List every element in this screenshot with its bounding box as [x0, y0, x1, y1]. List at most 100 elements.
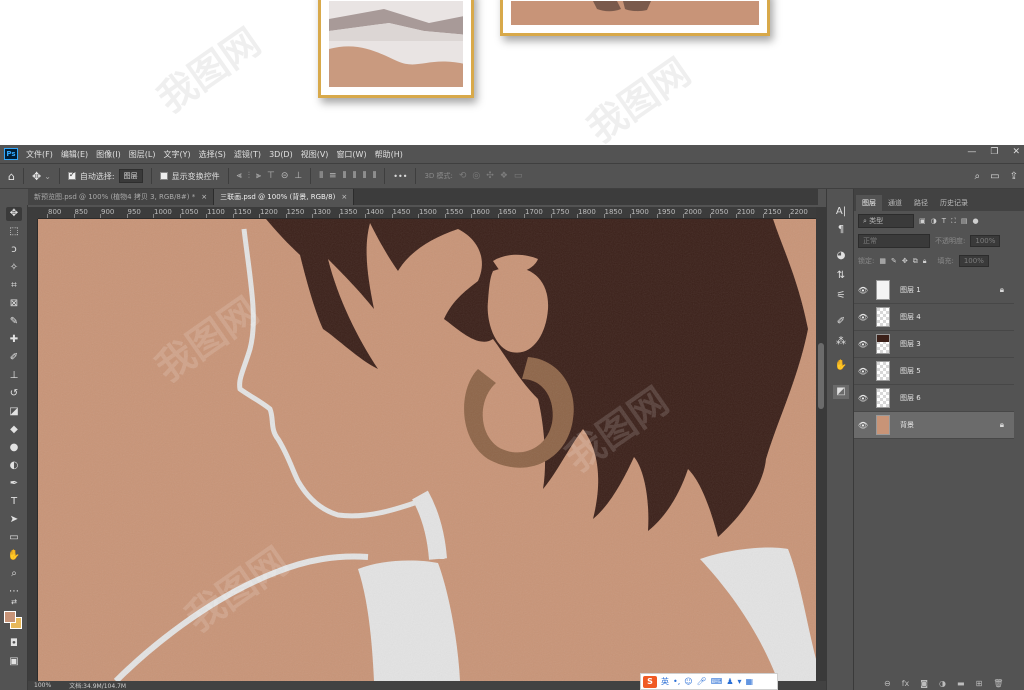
visibility-eye-icon[interactable]: 👁︎	[854, 286, 872, 295]
visibility-eye-icon[interactable]: 👁︎	[854, 421, 872, 430]
filter-toggle-icon[interactable]: ●	[973, 217, 979, 225]
crop-tool-icon[interactable]: ⌗	[6, 279, 22, 293]
history-brush-tool-icon[interactable]: ↺	[6, 387, 22, 401]
chevron-down-icon[interactable]: ⌄	[44, 172, 51, 181]
home-icon[interactable]: ⌂	[8, 170, 15, 183]
menu-image[interactable]: 图像(I)	[96, 149, 121, 160]
zoom-level[interactable]: 100%	[34, 682, 51, 689]
slide-3d-icon[interactable]: ❖	[500, 171, 508, 181]
fill-field[interactable]: 100%	[958, 255, 989, 267]
path-selection-tool-icon[interactable]: ➤	[6, 513, 22, 527]
marquee-tool-icon[interactable]: ⬚	[6, 225, 22, 239]
skin-icon[interactable]: ♟	[726, 677, 733, 686]
tab-paths[interactable]: 路径	[908, 195, 934, 211]
stamp-tool-icon[interactable]: ⊥	[6, 369, 22, 383]
quick-mask-icon[interactable]: ◘	[6, 637, 22, 651]
close-icon[interactable]: ×	[201, 193, 207, 201]
distribute-left-icon[interactable]: ⦀	[352, 171, 356, 181]
menu-layer[interactable]: 图层(L)	[129, 149, 156, 160]
menu-view[interactable]: 视图(V)	[301, 149, 329, 160]
layer-row[interactable]: 👁︎ 图层 6	[854, 385, 1014, 412]
filter-shape-icon[interactable]: ⛶	[951, 217, 956, 226]
close-icon[interactable]: ×	[341, 193, 347, 201]
menu-filter[interactable]: 滤镜(T)	[234, 149, 261, 160]
tab-layers[interactable]: 图层	[856, 195, 882, 211]
clone-source-icon[interactable]: ◩	[833, 385, 849, 399]
healing-brush-tool-icon[interactable]: ✚	[6, 333, 22, 347]
visibility-eye-icon[interactable]: 👁︎	[854, 367, 872, 376]
tab-triptych-doc[interactable]: 三联画.psd @ 100% (背景, RGB/8) ×	[214, 189, 355, 205]
eraser-tool-icon[interactable]: ◪	[6, 405, 22, 419]
layer-row[interactable]: 👁︎ 图层 5	[854, 358, 1014, 385]
magic-wand-tool-icon[interactable]: ✧	[6, 261, 22, 275]
emoji-icon[interactable]: ☺	[684, 677, 692, 686]
distribute-bottom-icon[interactable]: ⫴	[343, 171, 347, 181]
move-tool-icon[interactable]: ✥	[32, 170, 41, 183]
screen-mode-icon[interactable]: ▣	[6, 655, 22, 669]
scrollbar-thumb[interactable]	[818, 343, 824, 409]
character-panel-icon[interactable]: A|	[833, 205, 849, 219]
move-tool-icon[interactable]: ✥	[6, 207, 22, 221]
tab-preview-doc[interactable]: 新预览图.psd @ 100% (植物4 拷贝 3, RGB/8#) * ×	[28, 189, 215, 205]
paint-bucket-tool-icon[interactable]: ◆	[6, 423, 22, 437]
zoom-tool-icon[interactable]: ⌕	[6, 567, 22, 581]
menu-type[interactable]: 文字(Y)	[163, 149, 190, 160]
foreground-color-swatch[interactable]	[4, 611, 16, 623]
filter-smart-icon[interactable]: ▤	[961, 217, 968, 225]
opacity-field[interactable]: 100%	[970, 235, 1001, 247]
align-vcenter-icon[interactable]: ⊝	[281, 171, 289, 181]
auto-select-dropdown[interactable]: 图层	[118, 169, 143, 183]
lock-all-icon[interactable]: 🔒︎	[923, 257, 927, 266]
link-layers-icon[interactable]: ⊖	[884, 679, 891, 688]
minimize-button[interactable]: —	[967, 147, 976, 157]
distribute-hcenter-icon[interactable]: ⦀	[362, 171, 366, 181]
frame-tool-icon[interactable]: ⊠	[6, 297, 22, 311]
pan-3d-icon[interactable]: ✣	[486, 171, 494, 181]
menu-select[interactable]: 选择(S)	[199, 149, 226, 160]
orbit-3d-icon[interactable]: ⟲	[459, 171, 467, 181]
visibility-eye-icon[interactable]: 👁︎	[854, 340, 872, 349]
align-left-icon[interactable]: ⫷	[237, 171, 242, 181]
blur-tool-icon[interactable]: ●	[6, 441, 22, 455]
brush-settings-icon[interactable]: ⁂	[833, 335, 849, 349]
hand-tool-icon[interactable]: ✋	[6, 549, 22, 563]
align-top-icon[interactable]: ⊤	[267, 171, 275, 181]
type-tool-icon[interactable]: T	[6, 495, 22, 509]
roll-3d-icon[interactable]: ◎	[472, 171, 480, 181]
brush-tool-icon[interactable]: ✐	[6, 351, 22, 365]
layer-filter-dropdown[interactable]: ⌕ 类型	[858, 214, 914, 228]
close-button[interactable]: ✕	[1012, 147, 1020, 157]
hand-panel-icon[interactable]: ✋	[833, 359, 849, 373]
menu-window[interactable]: 窗口(W)	[336, 149, 366, 160]
layer-row-selected[interactable]: 👁︎ 背景 🔒︎	[854, 412, 1014, 439]
layer-row[interactable]: 👁︎ 图层 1 🔒︎	[854, 277, 1014, 304]
layer-row[interactable]: 👁︎ 图层 3	[854, 331, 1014, 358]
distribute-top-icon[interactable]: ⫴	[319, 171, 323, 181]
color-panel-icon[interactable]: ◕	[833, 249, 849, 263]
properties-panel-icon[interactable]: ⚟	[833, 289, 849, 303]
workspace-icon[interactable]: ▭	[990, 171, 999, 182]
lock-move-icon[interactable]: ✥	[902, 257, 908, 265]
align-hcenter-icon[interactable]: ⫶	[248, 171, 250, 181]
eyedropper-tool-icon[interactable]: ✎	[6, 315, 22, 329]
sogou-logo-icon[interactable]: S	[643, 675, 657, 688]
punctuation-icon[interactable]: •,	[673, 677, 680, 686]
filter-type-icon[interactable]: T	[942, 217, 946, 225]
filter-pixel-icon[interactable]: ▣	[919, 217, 926, 225]
menu-edit[interactable]: 编辑(E)	[61, 149, 88, 160]
grid-icon[interactable]: ▦	[746, 677, 754, 686]
pen-tool-icon[interactable]: ✒	[6, 477, 22, 491]
menu-help[interactable]: 帮助(H)	[375, 149, 403, 160]
align-right-icon[interactable]: ⫸	[256, 171, 261, 181]
dodge-tool-icon[interactable]: ◐	[6, 459, 22, 473]
filter-adjust-icon[interactable]: ◑	[931, 217, 937, 225]
microphone-icon[interactable]: 🎤︎	[697, 677, 707, 686]
adjustments-panel-icon[interactable]: ⇅	[833, 269, 849, 283]
scale-3d-icon[interactable]: ▭	[514, 171, 523, 181]
tab-channels[interactable]: 通道	[882, 195, 908, 211]
keyboard-icon[interactable]: ⌨	[711, 677, 723, 686]
paragraph-panel-icon[interactable]: ¶	[833, 223, 849, 237]
restore-button[interactable]: ❐	[990, 147, 998, 157]
search-icon[interactable]: ⌕	[975, 171, 981, 182]
share-icon[interactable]: ⇪	[1010, 171, 1018, 182]
